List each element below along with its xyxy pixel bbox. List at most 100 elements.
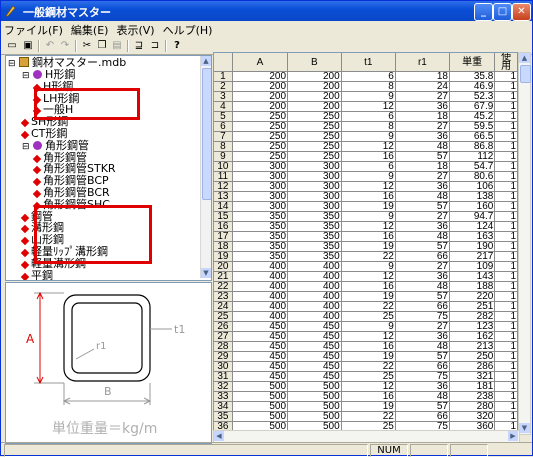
grid-cell[interactable]: 1 xyxy=(494,381,518,392)
grid-cell[interactable]: 138 xyxy=(449,191,496,202)
grid-cell[interactable]: 350 xyxy=(287,231,342,242)
grid-cell[interactable]: 48 xyxy=(395,341,450,352)
grid-cell[interactable]: 6 xyxy=(341,71,396,82)
grid-cell[interactable]: 450 xyxy=(287,361,342,372)
grid-cell[interactable]: 350 xyxy=(232,211,289,222)
grid-cell[interactable]: 450 xyxy=(232,351,289,362)
grid-cell[interactable]: 200 xyxy=(232,91,289,102)
grid-cell[interactable]: 450 xyxy=(287,371,342,382)
grid-cell[interactable]: 12 xyxy=(341,221,396,232)
grid-cell[interactable]: 350 xyxy=(232,221,289,232)
grid-cell[interactable]: 250 xyxy=(287,141,342,152)
grid-cell[interactable]: 500 xyxy=(287,401,342,412)
grid-cell[interactable]: 200 xyxy=(287,101,342,112)
grid-cell[interactable]: 1 xyxy=(494,271,518,282)
grid-cell[interactable]: 250 xyxy=(287,131,342,142)
grid-cell[interactable]: 450 xyxy=(232,341,289,352)
grid-cell[interactable]: 16 xyxy=(341,151,396,162)
grid-cell[interactable]: 300 xyxy=(287,171,342,182)
scroll-up-icon[interactable]: ▲ xyxy=(519,53,530,63)
row-header[interactable]: 17 xyxy=(214,231,233,242)
scroll-right-icon[interactable]: ▶ xyxy=(508,431,518,441)
grid-cell[interactable]: 16 xyxy=(341,191,396,202)
grid-cell[interactable]: 1 xyxy=(494,371,518,382)
row-header[interactable]: 19 xyxy=(214,251,233,262)
grid-cell[interactable]: 400 xyxy=(287,291,342,302)
delete-row-icon[interactable]: ⊐ xyxy=(148,39,162,52)
grid-cell[interactable]: 250 xyxy=(232,121,289,132)
grid-cell[interactable]: 400 xyxy=(287,301,342,312)
row-header[interactable]: 26 xyxy=(214,321,233,332)
row-header[interactable]: 10 xyxy=(214,161,233,172)
grid-cell[interactable]: 1 xyxy=(494,291,518,302)
row-header[interactable]: 30 xyxy=(214,361,233,372)
grid-cell[interactable]: 1 xyxy=(494,411,518,422)
grid-cell[interactable]: 1 xyxy=(494,221,518,232)
copy-icon[interactable]: ❐ xyxy=(95,39,109,52)
grid-cell[interactable]: 18 xyxy=(395,71,450,82)
grid-cell[interactable]: 160 xyxy=(449,201,496,212)
row-header[interactable]: 18 xyxy=(214,241,233,252)
tree-item[interactable]: 平鋼 xyxy=(20,269,53,280)
grid-cell[interactable]: 500 xyxy=(287,411,342,422)
grid-cell[interactable]: 25 xyxy=(341,311,396,322)
grid-cell[interactable]: 57 xyxy=(395,291,450,302)
undo-icon[interactable]: ↶ xyxy=(43,39,57,52)
grid-cell[interactable]: 450 xyxy=(232,331,289,342)
grid-cell[interactable]: 500 xyxy=(232,381,289,392)
row-header[interactable]: 15 xyxy=(214,211,233,222)
grid-cell[interactable]: 200 xyxy=(232,81,289,92)
redo-icon[interactable]: ↷ xyxy=(58,39,72,52)
grid-cell[interactable]: 400 xyxy=(287,271,342,282)
grid-cell[interactable]: 16 xyxy=(341,391,396,402)
grid-corner[interactable] xyxy=(214,53,233,72)
save-icon[interactable]: ▣ xyxy=(21,39,35,52)
grid-cell[interactable]: 1 xyxy=(494,211,518,222)
row-header[interactable]: 3 xyxy=(214,91,233,102)
grid-cell[interactable]: 1 xyxy=(494,231,518,242)
column-header[interactable]: B xyxy=(287,53,342,72)
grid-cell[interactable]: 300 xyxy=(232,201,289,212)
grid-cell[interactable]: 500 xyxy=(232,391,289,402)
row-header[interactable]: 33 xyxy=(214,391,233,402)
grid-cell[interactable]: 181 xyxy=(449,381,496,392)
grid-cell[interactable]: 250 xyxy=(232,131,289,142)
grid-cell[interactable]: 1 xyxy=(494,241,518,252)
grid-cell[interactable]: 450 xyxy=(232,321,289,332)
menu-help[interactable]: ヘルプ(H) xyxy=(160,21,216,39)
grid-cell[interactable]: 1 xyxy=(494,321,518,332)
grid-cell[interactable]: 450 xyxy=(232,371,289,382)
scroll-thumb[interactable] xyxy=(202,68,211,200)
scroll-down-icon[interactable]: ▼ xyxy=(519,423,530,433)
grid-cell[interactable]: 1 xyxy=(494,251,518,262)
grid-cell[interactable]: 1 xyxy=(494,301,518,312)
grid-cell[interactable]: 46.9 xyxy=(449,81,496,92)
grid-cell[interactable]: 1 xyxy=(494,361,518,372)
grid-cell[interactable]: 27 xyxy=(395,121,450,132)
grid-cell[interactable]: 9 xyxy=(341,131,396,142)
grid-cell[interactable]: 57 xyxy=(395,241,450,252)
grid-cell[interactable]: 300 xyxy=(232,161,289,172)
grid-cell[interactable]: 19 xyxy=(341,351,396,362)
row-header[interactable]: 34 xyxy=(214,401,233,412)
grid-cell[interactable]: 321 xyxy=(449,371,496,382)
row-header[interactable]: 7 xyxy=(214,131,233,142)
insert-row-icon[interactable]: ⊒ xyxy=(132,39,146,52)
grid-cell[interactable]: 1 xyxy=(494,151,518,162)
minimize-button[interactable]: _ xyxy=(474,3,493,21)
grid-cell[interactable]: 36 xyxy=(395,101,450,112)
row-header[interactable]: 27 xyxy=(214,331,233,342)
grid-cell[interactable]: 1 xyxy=(494,121,518,132)
grid-cell[interactable]: 9 xyxy=(341,261,396,272)
grid-cell[interactable]: 500 xyxy=(287,381,342,392)
grid-cell[interactable]: 143 xyxy=(449,271,496,282)
grid-cell[interactable]: 1 xyxy=(494,71,518,82)
row-header[interactable]: 6 xyxy=(214,121,233,132)
grid-cell[interactable]: 16 xyxy=(341,231,396,242)
grid-cell[interactable]: 1 xyxy=(494,261,518,272)
grid-cell[interactable]: 8 xyxy=(341,81,396,92)
grid-cell[interactable]: 300 xyxy=(287,201,342,212)
row-header[interactable]: 32 xyxy=(214,381,233,392)
grid-cell[interactable]: 45.2 xyxy=(449,111,496,122)
grid-cell[interactable]: 36 xyxy=(395,181,450,192)
